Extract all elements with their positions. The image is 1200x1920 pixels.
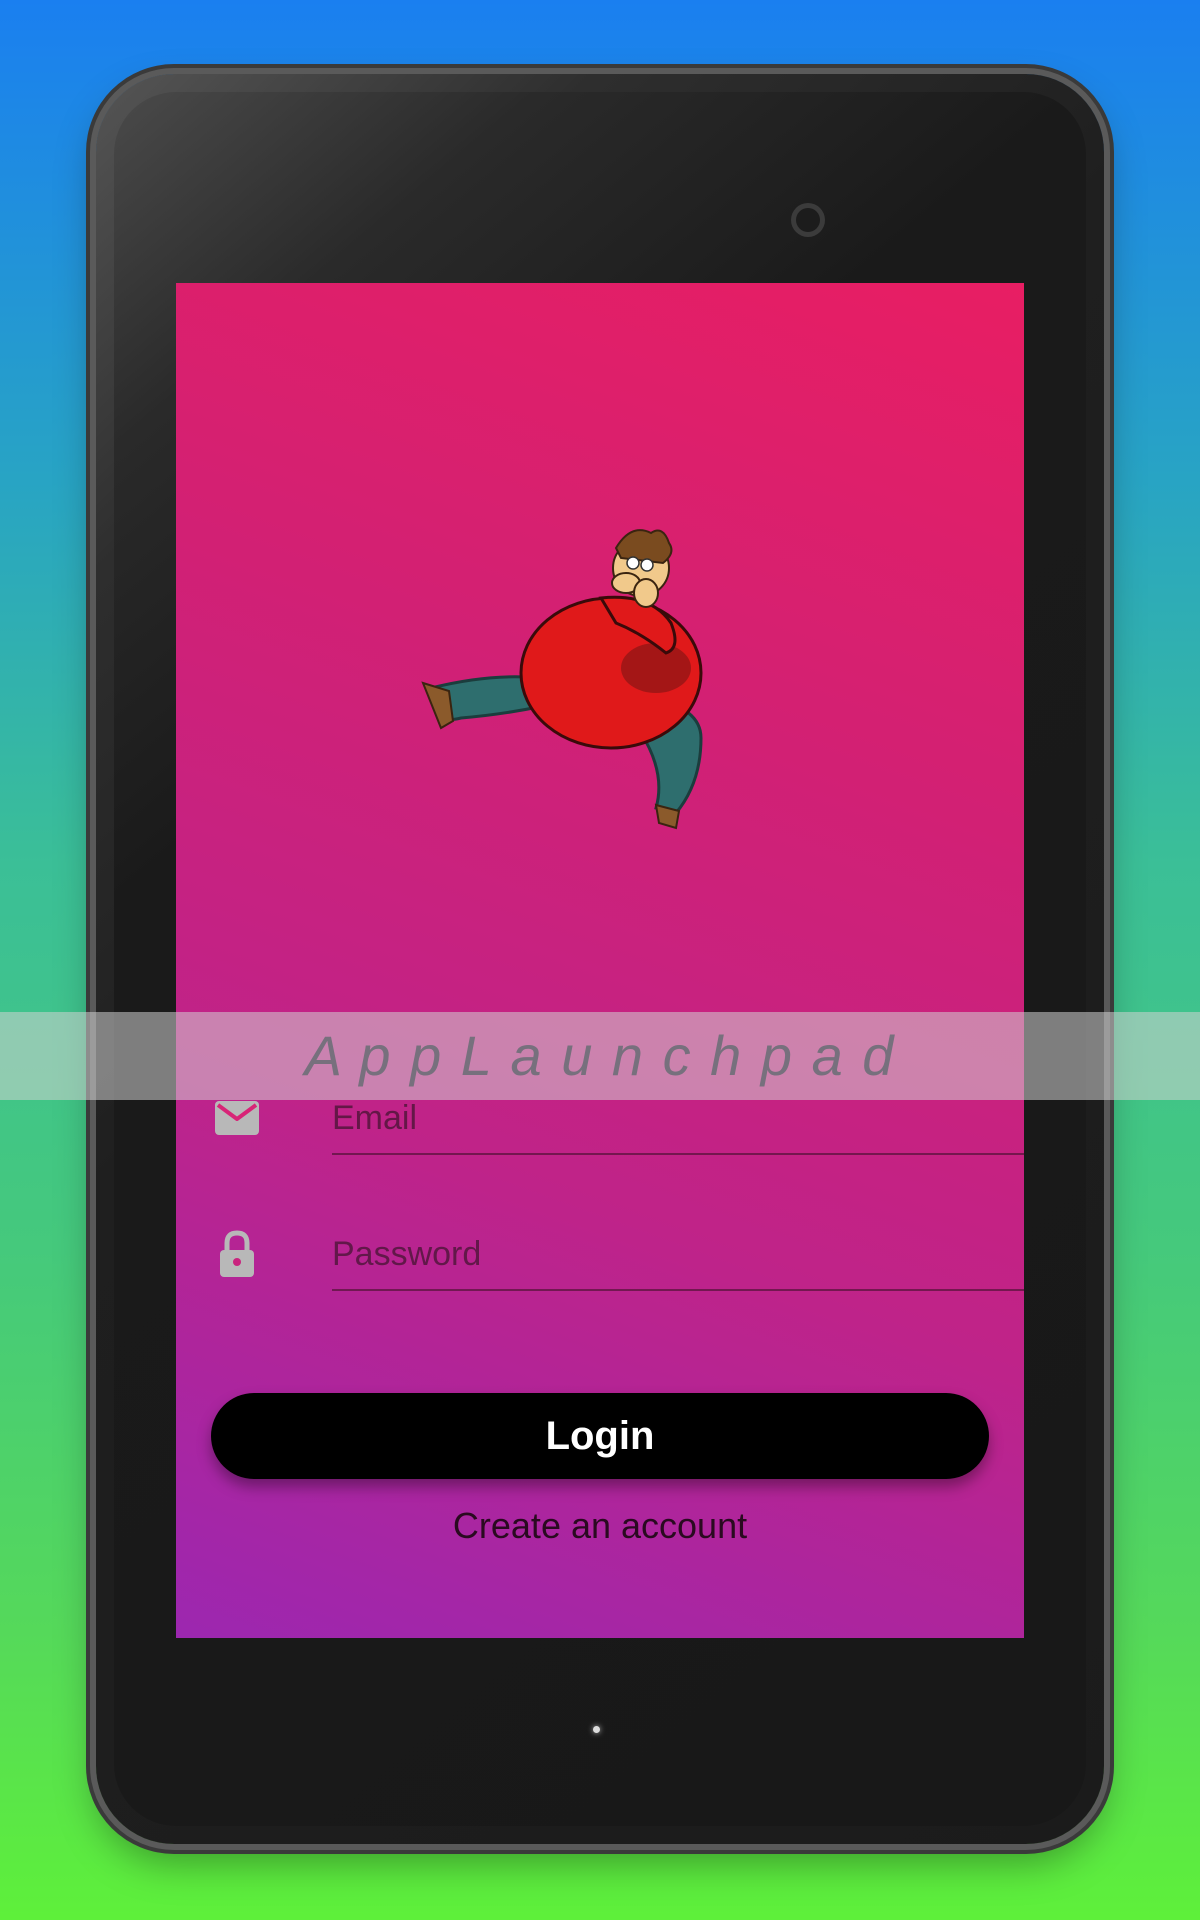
front-camera [796, 208, 820, 232]
login-screen: Login Create an account [176, 283, 1024, 1638]
password-field[interactable] [332, 1219, 1024, 1291]
lock-icon [220, 1230, 254, 1277]
app-title: A p p L a u n c h p a d [304, 1024, 896, 1087]
cartoon-character-logo [421, 529, 703, 830]
envelope-icon [215, 1101, 259, 1135]
app-title-banner: A p p L a u n c h p a d [0, 1012, 1200, 1100]
login-button[interactable]: Login [211, 1393, 989, 1479]
home-indicator-light [593, 1726, 600, 1733]
password-row [212, 1219, 1024, 1299]
create-account-link[interactable]: Create an account [176, 1505, 1024, 1547]
